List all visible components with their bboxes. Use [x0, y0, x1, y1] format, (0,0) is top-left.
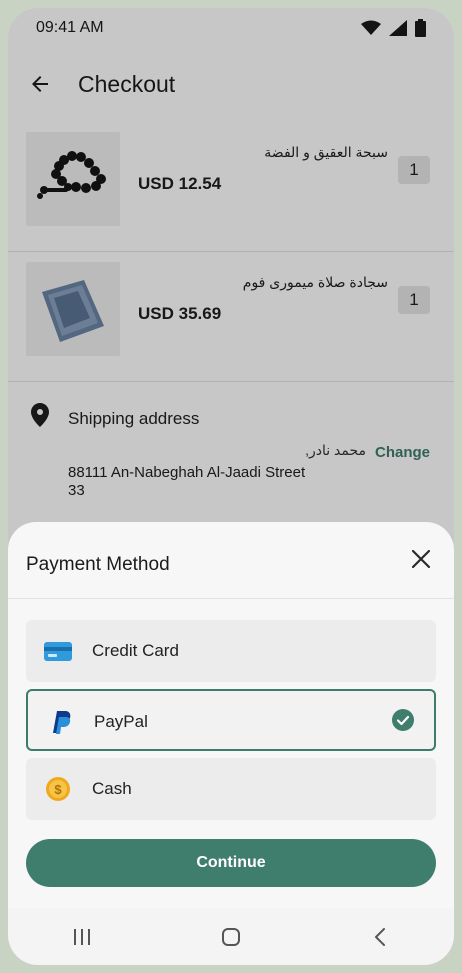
system-nav-bar	[8, 908, 454, 965]
close-icon[interactable]	[410, 548, 432, 570]
home-icon[interactable]	[218, 924, 244, 950]
payment-option-label: PayPal	[94, 712, 148, 731]
coin-icon: $	[46, 777, 70, 801]
phone-screen: 09:41 AM Checkout سبحة العقيق و الفضة US…	[8, 8, 454, 965]
payment-option-label: Cash	[92, 779, 132, 798]
recent-apps-icon[interactable]	[69, 924, 95, 950]
payment-option-paypal[interactable]: PayPal	[26, 689, 436, 751]
sheet-title: Payment Method	[26, 554, 170, 575]
payment-option-credit-card[interactable]: Credit Card	[26, 620, 436, 682]
divider	[8, 598, 454, 599]
back-icon[interactable]	[367, 924, 393, 950]
continue-button[interactable]: Continue	[26, 839, 436, 887]
check-circle-icon	[392, 709, 414, 731]
svg-text:$: $	[54, 782, 62, 797]
payment-option-label: Credit Card	[92, 641, 179, 660]
credit-card-icon	[44, 642, 72, 661]
payment-option-cash[interactable]: $ Cash	[26, 758, 436, 820]
paypal-icon	[53, 711, 71, 734]
payment-method-sheet: Payment Method Credit Card PayPal $ Cash…	[8, 522, 454, 917]
